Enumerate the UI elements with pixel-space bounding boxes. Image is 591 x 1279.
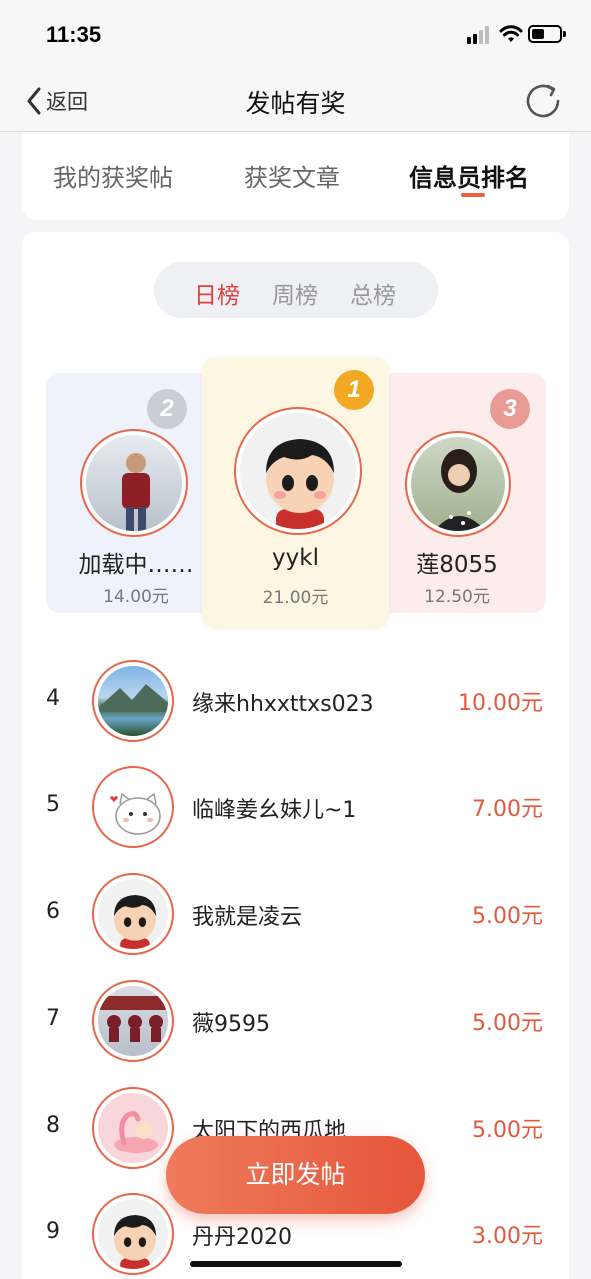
flamingo-avatar — [114, 1111, 158, 1153]
wifi-icon — [499, 25, 523, 42]
rank-2-badge: 2 — [147, 389, 187, 429]
podium-amount: 12.50元 — [424, 587, 490, 607]
avatar — [92, 980, 174, 1062]
user-name: 临峰姜幺妹儿~1 — [192, 798, 357, 823]
rank-1-badge: 1 — [334, 370, 374, 410]
user-name: 丹丹2020 — [192, 1225, 292, 1250]
rank-number: 5 — [46, 792, 60, 817]
avatar — [92, 766, 174, 848]
podium-name: 莲8055 — [416, 552, 498, 578]
reward-amount: 10.00元 — [458, 691, 543, 716]
refresh-icon[interactable] — [522, 80, 564, 122]
user-name: 薇9595 — [192, 1012, 270, 1037]
list-item[interactable]: 5 临峰姜幺妹儿~1 7.00元 — [22, 754, 569, 860]
podium-third[interactable]: 3 莲8055 12.50元 — [368, 373, 546, 613]
podium-first[interactable]: 1 yykl 21.00元 — [202, 357, 389, 629]
user-name: 缘来hhxxttxs023 — [192, 692, 374, 717]
page-title: 发帖有奖 — [245, 89, 346, 118]
home-indicator — [190, 1261, 402, 1267]
active-tab-indicator — [461, 193, 485, 197]
list-item[interactable]: 6 我就是凌云 5.00元 — [22, 861, 569, 967]
reward-amount: 7.00元 — [472, 797, 543, 822]
status-time: 11:35 — [46, 22, 102, 47]
tab-awarded-articles[interactable]: 获奖文章 — [244, 158, 340, 193]
status-bar: 11:35 — [0, 0, 591, 70]
avatar — [92, 873, 174, 955]
avatar — [80, 429, 188, 537]
period-tab-total[interactable]: 总榜 — [350, 276, 396, 310]
podium-amount: 14.00元 — [103, 587, 169, 607]
rank-number: 8 — [46, 1113, 60, 1138]
avatar — [405, 431, 511, 537]
podium-amount: 21.00元 — [262, 588, 329, 608]
reward-amount: 5.00元 — [472, 1118, 543, 1143]
avatar — [234, 407, 362, 535]
rank-number: 6 — [46, 899, 60, 924]
rank-3-badge: 3 — [490, 389, 530, 429]
rank-number: 9 — [46, 1219, 60, 1244]
list-item[interactable]: 7 薇9595 5.00元 — [22, 968, 569, 1074]
cartoon-avatar — [114, 895, 156, 949]
reward-amount: 5.00元 — [472, 904, 543, 929]
person-photo — [122, 453, 150, 531]
period-tab-daily[interactable]: 日榜 — [194, 276, 240, 310]
podium-second[interactable]: 2 加载中…… 14.00元 — [46, 373, 226, 613]
post-now-button[interactable]: 立即发帖 — [166, 1136, 425, 1214]
cartoon-cat-avatar — [110, 792, 161, 835]
avatar — [92, 660, 174, 742]
cartoon-avatar — [266, 439, 334, 529]
podium-name: yykl — [272, 545, 319, 571]
cellular-signal-icon — [467, 26, 493, 44]
podium-name: 加载中…… — [78, 552, 194, 578]
group-photo — [98, 996, 168, 1042]
tab-my-awarded-posts[interactable]: 我的获奖帖 — [53, 158, 173, 193]
battery-icon — [528, 25, 566, 43]
person-photo — [434, 449, 486, 531]
rank-number: 7 — [46, 1006, 60, 1031]
cartoon-avatar — [114, 1215, 156, 1269]
avatar — [92, 1193, 174, 1275]
tab-informant-ranking[interactable]: 信息员排名 — [409, 158, 529, 193]
avatar — [92, 1087, 174, 1169]
tab-bar: 我的获奖帖 获奖文章 信息员排名 — [22, 132, 569, 220]
reward-amount: 5.00元 — [472, 1011, 543, 1036]
rank-number: 4 — [46, 686, 60, 711]
landscape-photo — [98, 684, 168, 712]
nav-bar: 返回 发帖有奖 — [0, 70, 591, 132]
reward-amount: 3.00元 — [472, 1224, 543, 1249]
list-item[interactable]: 4 缘来hhxxttxs023 10.00元 — [22, 648, 569, 754]
period-switch: 日榜 周榜 总榜 — [154, 262, 438, 318]
period-tab-weekly[interactable]: 周榜 — [272, 276, 318, 310]
user-name: 我就是凌云 — [192, 905, 303, 930]
